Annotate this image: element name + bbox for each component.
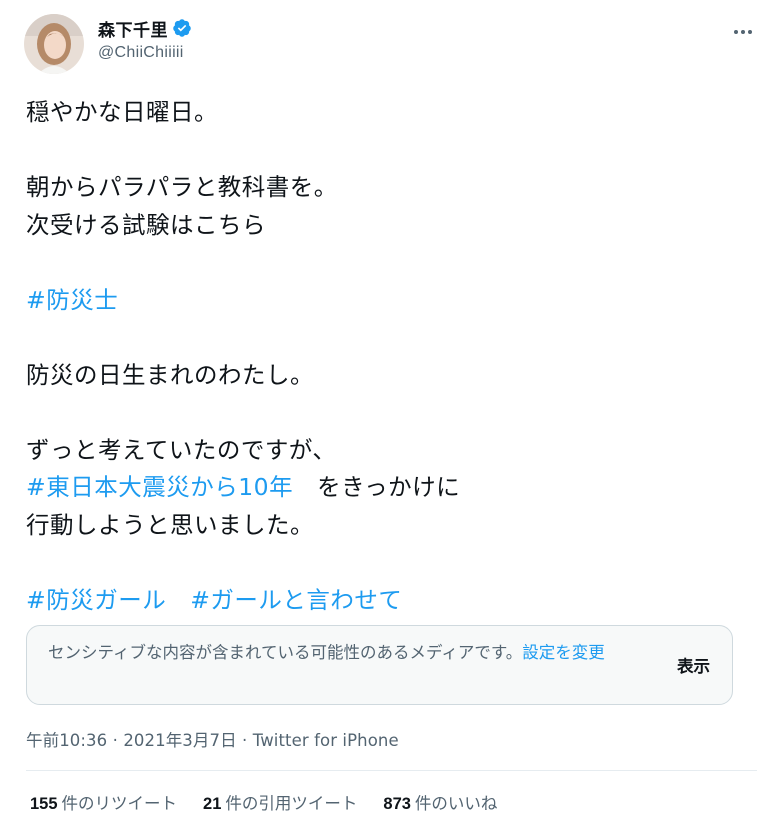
tweet-text-line: #防災ガール #ガールと言わせて [26,582,757,620]
tweet-text-segment [166,586,190,614]
avatar[interactable] [24,14,84,74]
tweet-text-segment: 穏やかな日曜日。 [26,98,218,126]
tweet-text-segment: ずっと考えていたのですが、 [26,435,337,464]
quote-tweet-count[interactable]: 21 件の引用ツイート [203,790,357,814]
sensitive-media-notice: センシティブな内容が含まれている可能性のあるメディアです。設定を変更 表示 [26,625,733,705]
change-settings-link[interactable]: 設定を変更 [522,643,605,662]
tweet-header: 森下千里 @ChiiChiiiii [24,14,761,74]
divider [26,770,757,771]
hashtag-link[interactable]: #ガールと言わせて [190,586,402,614]
tweet-text-line: 朝からパラパラと教科書を。 [26,169,757,207]
tweet-text-segment: 行動しようと思いました。 [26,510,314,539]
tweet-stats: 155 件のリツイート 21 件の引用ツイート 873 件のいいね [30,790,523,814]
hashtag-link[interactable]: #東日本大震災から10年 [26,473,293,501]
tweet-text-line: 次受ける試験はこちら [26,207,757,245]
tweet-text-line: 行動しようと思いました。 [26,507,757,545]
tweet-text-segment: 防災の日生まれのわたし。 [26,360,314,389]
tweet-text-line: 防災の日生まれのわたし。 [26,357,757,395]
tweet-text-segment: 朝からパラパラと教科書を。 [26,173,338,201]
tweet-text-line: #防災士 [26,282,757,320]
author-names: 森下千里 @ChiiChiiiii [98,16,192,62]
tweet-meta: 午前10:36 · 2021年3月7日 · Twitter for iPhone [26,731,399,750]
more-options-icon[interactable] [725,18,761,46]
tweet-text-segment: をきっかけに [293,473,461,501]
tweet-date[interactable]: 2021年3月7日 [123,731,236,750]
tweet-time[interactable]: 午前10:36 [26,731,107,750]
hashtag-link[interactable]: #防災士 [26,286,118,314]
tweet-text-line: ずっと考えていたのですが、 [26,432,757,470]
show-media-button[interactable]: 表示 [677,653,710,677]
retweet-count[interactable]: 155 件のリツイート [30,790,177,814]
hashtag-link[interactable]: #防災ガール [26,586,166,614]
tweet-text-line: 穏やかな日曜日。 [26,94,757,132]
tweet-text-line: #東日本大震災から10年 をきっかけに [26,469,757,507]
sensitive-message: センシティブな内容が含まれている可能性のあるメディアです。設定を変更 [48,643,605,662]
handle[interactable]: @ChiiChiiiii [98,44,192,62]
verified-badge-icon [172,18,192,38]
tweet-text-segment: 次受ける試験はこちら [26,210,266,239]
tweet-source[interactable]: Twitter for iPhone [253,731,399,750]
display-name[interactable]: 森下千里 [98,16,168,41]
tweet-text: 穏やかな日曜日。朝からパラパラと教科書を。 次受ける試験はこちら #防災士防災の日生… [26,94,757,619]
tweet: 森下千里 @ChiiChiiiii 穏やかな日曜日。朝からパラパラと教科書を。次… [0,0,781,827]
like-count[interactable]: 873 件のいいね [383,790,497,814]
